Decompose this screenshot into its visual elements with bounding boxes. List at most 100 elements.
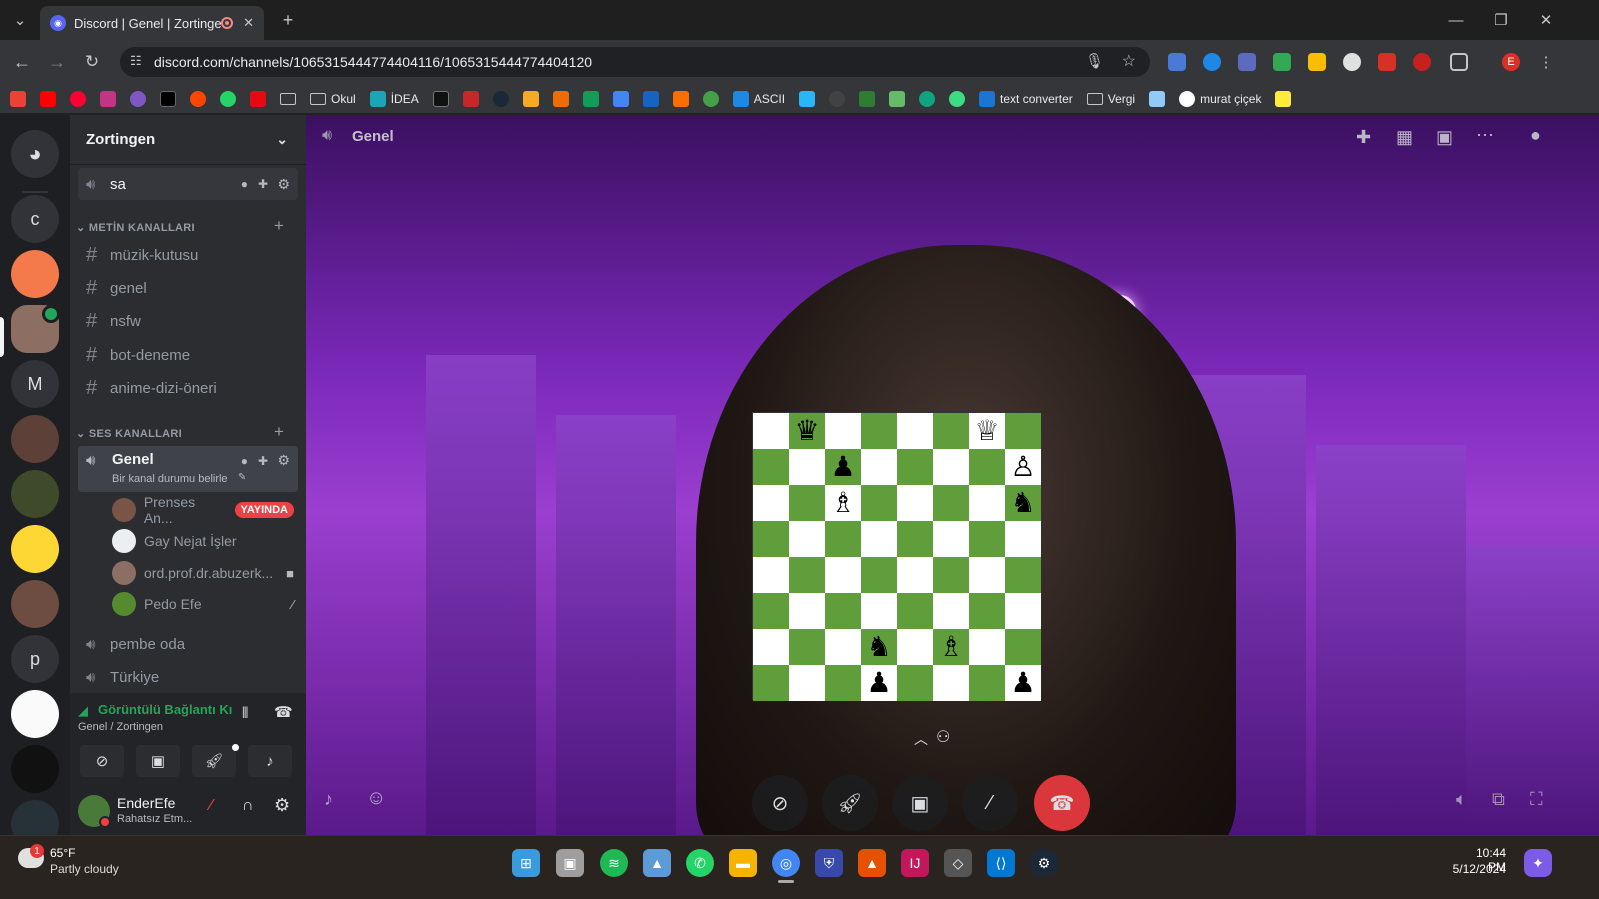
chess-piece-square[interactable]: ♞ [1005,485,1041,521]
chess-square[interactable] [789,521,825,557]
chess-square[interactable] [825,593,861,629]
bookmark-idea[interactable]: İDEA [369,90,419,107]
folder-icon[interactable] [280,92,296,105]
intellij-icon[interactable]: IJ [901,849,929,877]
check-extension-icon[interactable] [1273,53,1291,71]
chess-square[interactable] [933,521,969,557]
reddit-icon[interactable] [190,90,206,107]
bookmark-ascii[interactable]: ASCII [732,90,785,107]
voice-channel-pembe-oda[interactable]: 🔊︎ pembe oda [78,628,298,660]
chess-square[interactable] [861,485,897,521]
chess-square[interactable] [753,521,789,557]
chess-square[interactable] [1005,557,1041,593]
chess-square[interactable] [897,449,933,485]
camera-off-button[interactable]: ⊘ [80,745,124,777]
user-settings-gear-icon[interactable]: ⚙ [274,795,290,816]
voice-channel-turkiye[interactable]: 🔊︎ Türkiye [78,661,298,693]
chess-square[interactable] [933,665,969,701]
noise-suppression-icon[interactable]: ⫴ [242,705,248,722]
chess-square[interactable] [825,557,861,593]
chess-square[interactable] [969,665,1005,701]
server-c[interactable]: c [11,195,59,243]
invite-icon[interactable]: ✚ [258,454,268,468]
voice-member[interactable]: Gay Nejat İşler [112,526,294,556]
power-icon[interactable] [702,90,719,107]
chat-bubble-icon[interactable]: ● [1530,125,1541,146]
fullscreen-icon[interactable]: ⛶ [1530,789,1543,810]
instagram-icon[interactable] [100,90,116,107]
chess-square[interactable] [861,593,897,629]
channel-anime-dizi-oneri[interactable]: # anime-dizi-öneri [78,372,298,404]
collapse-up-icon[interactable]: ︿ [914,729,928,749]
whatsapp-taskbar-icon[interactable]: ✆ [686,849,714,877]
headphones-icon[interactable]: ∩ [242,797,254,815]
game2-icon[interactable] [552,90,569,107]
chess-square[interactable] [861,521,897,557]
add-channel-icon[interactable]: + [274,422,284,442]
chess-square[interactable] [1005,593,1041,629]
chess-square[interactable] [933,413,969,449]
discord-home-icon[interactable]: ◕ [11,130,59,178]
grid-layout-icon[interactable]: ▦ [1396,127,1413,148]
tp-extension-icon[interactable] [1378,53,1396,71]
chess-square[interactable] [897,665,933,701]
site-info-icon[interactable]: ☷ [130,53,142,69]
plant-icon[interactable] [859,90,876,107]
gear-icon[interactable]: ⚙ [277,176,290,193]
popout-icon[interactable]: ▣ [1436,127,1453,148]
bookmark-vergi[interactable]: Vergi [1086,92,1135,106]
channel-sa[interactable]: 🔊︎ sa ● ✚ ⚙ [78,168,298,200]
channel-muzik-kutusu[interactable]: # müzik-kutusu [78,239,298,271]
figure-icon[interactable] [889,90,906,107]
w-extension-icon[interactable] [1308,53,1326,71]
game-icon[interactable] [522,90,539,107]
add-people-icon[interactable]: ✚ [1356,127,1371,148]
chess-square[interactable] [897,413,933,449]
tab-search-button[interactable]: ⌄ [8,8,32,32]
menu-kebab-icon[interactable]: ⋮ [1536,52,1556,72]
bookmark-okul[interactable]: Okul [310,92,356,106]
vscode-icon[interactable]: ⟨⟩ [987,849,1015,877]
video-stage[interactable]: 🔊︎ Genel ✚ ▦ ▣ ⋯ ● ♛ ♕ ♟ ♙ ♗ ♞ ♞ ♗ ♟ ♟ ︿ ⚇ ♪ ☺ ⊘ … [306,115,1599,835]
chess-square[interactable] [753,413,789,449]
server-avatar-2[interactable] [11,415,59,463]
chess-square[interactable] [789,629,825,665]
chrome-taskbar-icon[interactable]: ◎ [772,849,800,877]
server-avatar-1[interactable] [11,250,59,298]
chrome-app-icon[interactable] [130,90,146,107]
chess-square[interactable] [1005,413,1041,449]
chess-square[interactable] [753,629,789,665]
address-bar[interactable]: ☷ discord.com/channels/10653154447744041… [120,47,1150,77]
gmail-icon[interactable] [10,90,26,107]
voice-member[interactable]: Pedo Efe ⁄ [112,589,294,619]
chess-square[interactable] [753,665,789,701]
server-avatar-3[interactable] [11,470,59,518]
emoji-icon[interactable]: ☺ [366,787,386,810]
activity-launch-button[interactable]: 🚀︎ [822,775,878,831]
soundboard-icon[interactable]: ♪ [324,789,333,810]
chat-icon[interactable]: ● [241,454,248,468]
connection-subtitle[interactable]: Genel / Zortingen [78,721,163,733]
reload-icon[interactable]: ↻ [80,50,104,74]
chess-square[interactable] [753,593,789,629]
browser-tab[interactable]: ◉ Discord | Genel | Zortingen ✕ [40,6,264,40]
activity-button[interactable]: 🚀︎ [192,745,236,777]
chess-square[interactable] [861,557,897,593]
chess-square[interactable] [969,485,1005,521]
photos-icon[interactable]: ▲ [643,849,671,877]
shield-extension-icon[interactable] [1238,53,1256,71]
category-voice-channels[interactable]: ⌄ SES KANALLARI [76,427,182,440]
android-icon[interactable] [949,90,966,107]
chess-piece-square[interactable]: ♟ [861,665,897,701]
chess-square[interactable] [897,485,933,521]
server-p[interactable]: p [11,635,59,683]
restore-button[interactable]: ❐ [1489,8,1513,32]
s-icon[interactable] [1275,90,1292,107]
voice-member[interactable]: Prenses An... YAYINDA [112,494,294,526]
gear-icon[interactable]: ⚙ [277,452,290,469]
bookmark-text-converter[interactable]: text converter [979,90,1073,107]
chess-square[interactable] [969,449,1005,485]
chess-square[interactable] [933,557,969,593]
file-explorer-icon[interactable]: ▬ [729,849,757,877]
chess-square[interactable] [789,449,825,485]
